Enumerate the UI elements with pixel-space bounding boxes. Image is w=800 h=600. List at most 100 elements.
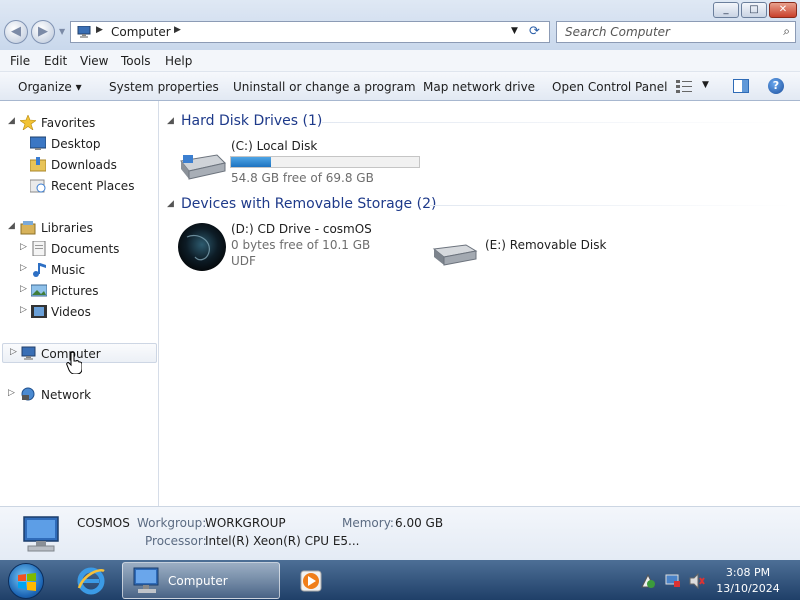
breadcrumb-separator-icon[interactable]: ▶: [96, 25, 103, 35]
collapse-arrow-icon[interactable]: ◢: [167, 116, 174, 126]
internet-explorer-icon: [77, 567, 105, 595]
system-properties-button[interactable]: System properties: [109, 80, 219, 94]
computer-name: COSMOS: [77, 516, 130, 530]
memory-label: Memory:: [342, 516, 394, 530]
workgroup-value: WORKGROUP: [205, 516, 286, 530]
collapse-arrow-icon[interactable]: ◢: [8, 116, 15, 126]
nav-documents[interactable]: ▷ Documents: [20, 239, 150, 259]
change-view-icon[interactable]: [676, 80, 692, 93]
system-clock[interactable]: 3:08 PM 13/10/2024: [716, 565, 780, 597]
content-area: ◢ Hard Disk Drives (1) (C:) Local Disk 5…: [160, 101, 800, 506]
drive-c-free-space: 54.8 GB free of 69.8 GB: [231, 171, 374, 185]
drive-e[interactable]: (E:) Removable Disk: [430, 233, 630, 273]
clock-time: 3:08 PM: [725, 566, 771, 579]
workgroup-label: Workgroup:: [137, 516, 207, 530]
maximize-button[interactable]: □: [741, 2, 767, 18]
nav-pictures[interactable]: ▷ Pictures: [20, 281, 150, 301]
nav-favorites[interactable]: ◢ Favorites: [8, 113, 148, 133]
libraries-icon: [20, 221, 36, 235]
network-status-icon[interactable]: [665, 573, 681, 589]
navigation-pane: ◢ Favorites Desktop Downloads Recent Pla…: [0, 101, 159, 506]
minimize-icon: _: [723, 4, 729, 15]
menu-view[interactable]: View: [80, 54, 108, 68]
breadcrumb-separator-icon[interactable]: ▶: [174, 25, 181, 35]
nav-label: Videos: [51, 305, 91, 319]
group-removable-storage[interactable]: Devices with Removable Storage (2): [181, 196, 436, 212]
media-player-icon: [300, 570, 322, 592]
drive-c-usage-fill: [231, 157, 272, 167]
menu-bar: File Edit View Tools Help: [0, 50, 800, 72]
help-icon[interactable]: ?: [768, 78, 784, 94]
map-network-drive-button[interactable]: Map network drive: [423, 80, 535, 94]
nav-downloads[interactable]: Downloads: [30, 155, 150, 175]
expand-arrow-icon[interactable]: ▷: [20, 263, 27, 273]
search-box[interactable]: ⌕: [556, 21, 796, 43]
menu-tools[interactable]: Tools: [121, 54, 151, 68]
drive-d-filesystem: UDF: [231, 254, 256, 268]
nav-network[interactable]: ▷ Network: [8, 385, 148, 405]
forward-button[interactable]: ▶: [31, 20, 55, 44]
cd-drive-icon: [178, 223, 226, 271]
taskbar-label: Computer: [168, 574, 228, 588]
start-button[interactable]: [8, 563, 44, 599]
drive-d[interactable]: (D:) CD Drive - cosmOS 0 bytes free of 1…: [175, 222, 405, 276]
menu-help[interactable]: Help: [165, 54, 192, 68]
nav-label: Documents: [51, 242, 120, 256]
expand-arrow-icon[interactable]: ▷: [8, 388, 15, 398]
preview-pane-icon[interactable]: [733, 79, 749, 93]
drive-c-name: (C:) Local Disk: [231, 139, 318, 153]
address-bar[interactable]: ▶ Computer ▶ ▼ ⟳: [70, 21, 550, 43]
nav-videos[interactable]: ▷ Videos: [20, 302, 150, 322]
collapse-arrow-icon[interactable]: ◢: [8, 221, 15, 231]
pictures-icon: [31, 284, 47, 297]
processor-label: Processor:: [145, 534, 207, 548]
command-bar: Organize ▾ System properties Uninstall o…: [0, 72, 800, 101]
network-icon: [21, 387, 35, 401]
processor-value: Intel(R) Xeon(R) CPU E5...: [205, 534, 360, 548]
nav-label: Pictures: [51, 284, 99, 298]
maximize-icon: □: [749, 4, 759, 15]
taskbar-internet-explorer[interactable]: [66, 562, 116, 599]
collapse-arrow-icon[interactable]: ◢: [167, 199, 174, 209]
recent-places-icon: [30, 179, 46, 193]
nav-desktop[interactable]: Desktop: [30, 134, 150, 154]
action-center-icon[interactable]: [640, 573, 656, 589]
organize-button[interactable]: Organize ▾: [18, 80, 82, 94]
drive-c[interactable]: (C:) Local Disk 54.8 GB free of 69.8 GB: [175, 139, 425, 189]
computer-icon: [133, 567, 159, 593]
expand-arrow-icon[interactable]: ▷: [20, 305, 27, 315]
hard-disk-icon: [180, 154, 226, 180]
back-button[interactable]: ◀: [4, 20, 28, 44]
group-hard-disk-drives[interactable]: Hard Disk Drives (1): [181, 113, 322, 129]
windows-logo-icon: [18, 573, 36, 591]
minimize-button[interactable]: _: [713, 2, 739, 18]
menu-edit[interactable]: Edit: [44, 54, 67, 68]
search-icon[interactable]: ⌕: [783, 24, 790, 39]
view-dropdown-icon[interactable]: ▼: [702, 80, 709, 90]
expand-arrow-icon[interactable]: ▷: [20, 284, 27, 294]
expand-arrow-icon[interactable]: ▷: [20, 242, 27, 252]
search-input[interactable]: [565, 25, 770, 39]
speaker-muted-icon[interactable]: [689, 573, 705, 589]
nav-recent-places[interactable]: Recent Places: [30, 176, 150, 196]
drive-d-name: (D:) CD Drive - cosmOS: [231, 222, 372, 236]
hand-cursor-icon: [66, 352, 82, 374]
drive-e-name: (E:) Removable Disk: [485, 238, 607, 252]
documents-icon: [32, 241, 46, 256]
nav-libraries[interactable]: ◢ Libraries: [8, 218, 148, 238]
nav-label: Favorites: [41, 116, 96, 130]
address-dropdown-icon[interactable]: ▼: [511, 26, 518, 36]
refresh-icon[interactable]: ⟳: [529, 24, 540, 39]
recent-pages-dropdown-icon[interactable]: ▼: [59, 27, 67, 36]
uninstall-program-button[interactable]: Uninstall or change a program: [233, 80, 416, 94]
desktop-icon: [30, 136, 46, 150]
nav-music[interactable]: ▷ Music: [20, 260, 150, 280]
taskbar-media-player[interactable]: [288, 562, 336, 599]
menu-file[interactable]: File: [10, 54, 30, 68]
close-button[interactable]: ✕: [769, 2, 797, 18]
taskbar-computer-window[interactable]: Computer: [122, 562, 280, 599]
breadcrumb-computer[interactable]: Computer: [111, 25, 171, 39]
nav-label: Desktop: [51, 137, 101, 151]
open-control-panel-button[interactable]: Open Control Panel: [552, 80, 667, 94]
expand-arrow-icon[interactable]: ▷: [10, 347, 17, 357]
